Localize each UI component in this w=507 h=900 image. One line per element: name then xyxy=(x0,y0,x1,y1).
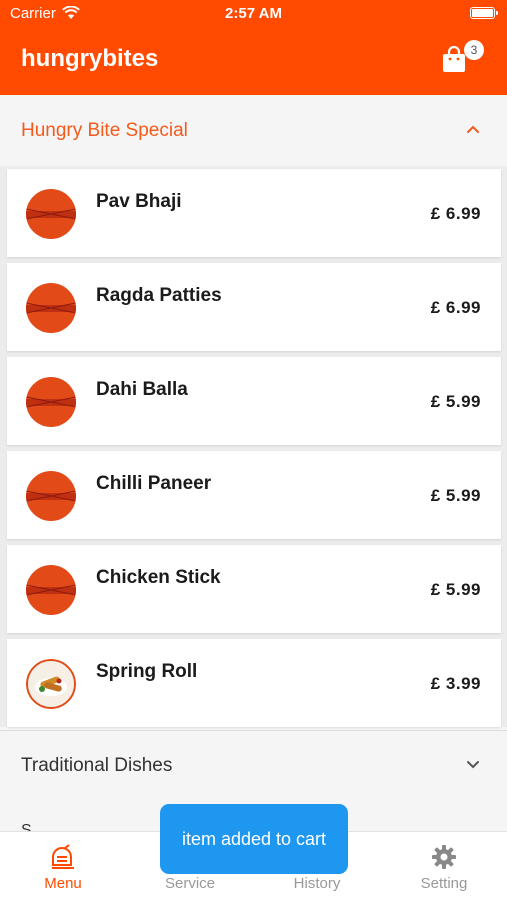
food-thumbnail xyxy=(26,283,76,333)
item-name: Chilli Paneer xyxy=(96,473,212,494)
item-name: Dahi Balla xyxy=(96,379,188,400)
chevron-down-icon xyxy=(467,761,479,769)
menu-item[interactable]: Dahi Balla £ 5.99 xyxy=(7,357,501,445)
food-photo-thumbnail xyxy=(26,659,76,709)
section-title: Hungry Bite Special xyxy=(21,120,188,141)
section-header-traditional-dishes[interactable]: Traditional Dishes S xyxy=(0,730,507,832)
tab-menu[interactable]: Menu xyxy=(0,832,126,900)
tab-label: Service xyxy=(164,875,216,892)
chevron-up-icon xyxy=(467,125,479,133)
item-name: Chicken Stick xyxy=(96,567,221,588)
menu-food-icon xyxy=(52,844,74,869)
cart-button[interactable]: 3 xyxy=(438,40,488,80)
tab-label: Menu xyxy=(44,875,82,892)
item-price: £ 5.99 xyxy=(430,580,481,599)
section-items: Pav Bhaji £ 6.99 Ragda Patties £ 6.99 Da… xyxy=(0,166,507,727)
tab-label: History xyxy=(293,875,341,892)
tab-setting[interactable]: Setting xyxy=(381,832,507,900)
item-price: £ 3.99 xyxy=(430,674,481,693)
food-thumbnail xyxy=(26,189,76,239)
item-name: Ragda Patties xyxy=(96,285,222,306)
item-price: £ 5.99 xyxy=(430,486,481,505)
app-title: hungrybites xyxy=(21,45,159,72)
food-thumbnail xyxy=(26,471,76,521)
menu-item[interactable]: Chilli Paneer £ 5.99 xyxy=(7,451,501,539)
section-title: Traditional Dishes xyxy=(21,755,173,776)
food-thumbnail xyxy=(26,377,76,427)
menu-list[interactable]: Hungry Bite Special Pav Bhaji £ 6.99 Rag… xyxy=(0,95,507,832)
menu-item[interactable]: Pav Bhaji £ 6.99 xyxy=(7,169,501,257)
item-name: Spring Roll xyxy=(96,661,198,682)
item-name: Pav Bhaji xyxy=(96,191,182,212)
battery-icon xyxy=(470,7,498,19)
menu-item[interactable]: Spring Roll £ 3.99 xyxy=(7,639,501,727)
app-header: Carrier 2:57 AM hungrybites 3 xyxy=(0,0,507,95)
tab-label: Setting xyxy=(420,875,468,892)
item-price: £ 5.99 xyxy=(430,392,481,411)
menu-item[interactable]: Ragda Patties £ 6.99 xyxy=(7,263,501,351)
item-price: £ 6.99 xyxy=(430,298,481,317)
item-price: £ 6.99 xyxy=(430,204,481,223)
cart-count-badge: 3 xyxy=(464,40,484,60)
food-thumbnail xyxy=(26,565,76,615)
toast-message: item added to cart xyxy=(160,804,348,874)
status-bar: Carrier 2:57 AM xyxy=(0,0,507,28)
gear-icon xyxy=(432,845,456,869)
menu-item[interactable]: Chicken Stick £ 5.99 xyxy=(7,545,501,633)
section-header-hungry-bite-special[interactable]: Hungry Bite Special xyxy=(0,95,507,166)
status-time: 2:57 AM xyxy=(225,5,282,22)
